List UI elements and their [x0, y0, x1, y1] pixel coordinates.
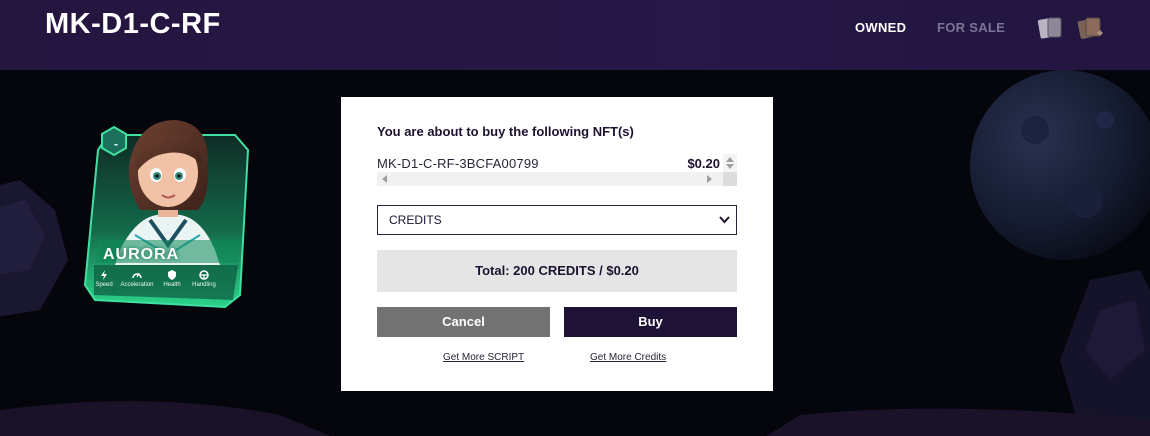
stat-handling: Handling [184, 270, 224, 288]
stat-acceleration: Acceleration [117, 270, 157, 288]
scroll-left-icon[interactable] [381, 175, 387, 183]
cards-icon[interactable] [1037, 15, 1065, 41]
nft-list[interactable]: MK-D1-C-RF-3BCFA00799 $0.20 [377, 154, 737, 190]
nav-for-sale-tab[interactable]: FOR SALE [937, 20, 1005, 35]
shield-icon [168, 270, 176, 280]
chevron-down-icon [719, 216, 730, 224]
card-pack-icon[interactable] [1076, 14, 1108, 42]
scroll-down-icon[interactable] [726, 164, 734, 170]
nav-owned-tab[interactable]: OWNED [855, 20, 906, 35]
nft-item-name: MK-D1-C-RF-3BCFA00799 [377, 156, 539, 171]
speed-icon [101, 270, 107, 280]
modal-heading: You are about to buy the following NFT(s… [377, 124, 634, 139]
scroll-up-icon[interactable] [726, 156, 734, 162]
purchase-modal: You are about to buy the following NFT(s… [341, 97, 773, 391]
top-header: MK-D1-C-RF OWNED FOR SALE [0, 0, 1150, 70]
currency-select[interactable]: CREDITS [377, 205, 737, 235]
vertical-scrollbar[interactable] [723, 154, 737, 172]
get-more-credits-link[interactable]: Get More Credits [590, 352, 666, 363]
steering-wheel-icon [199, 270, 209, 280]
stat-label: Acceleration [120, 282, 154, 288]
cancel-button[interactable]: Cancel [377, 307, 550, 337]
planet-decoration [970, 70, 1150, 260]
gauge-icon [132, 272, 142, 279]
horizontal-scrollbar[interactable] [377, 172, 723, 186]
nft-item-price: $0.20 [687, 156, 720, 171]
character-name: AURORA [103, 246, 180, 263]
total-text: Total: 200 CREDITS / $0.20 [475, 263, 639, 278]
asteroid-left-decoration [0, 180, 68, 317]
buy-button[interactable]: Buy [564, 307, 737, 337]
card-level-badge: - [114, 137, 118, 151]
currency-selected-value: CREDITS [389, 213, 442, 227]
total-summary: Total: 200 CREDITS / $0.20 [377, 250, 737, 292]
page-title: MK-D1-C-RF [45, 8, 221, 40]
stat-label: Handling [192, 282, 216, 288]
get-more-script-link[interactable]: Get More SCRIPT [443, 352, 524, 363]
scroll-right-icon[interactable] [707, 175, 713, 183]
scrollbar-corner [723, 172, 737, 186]
